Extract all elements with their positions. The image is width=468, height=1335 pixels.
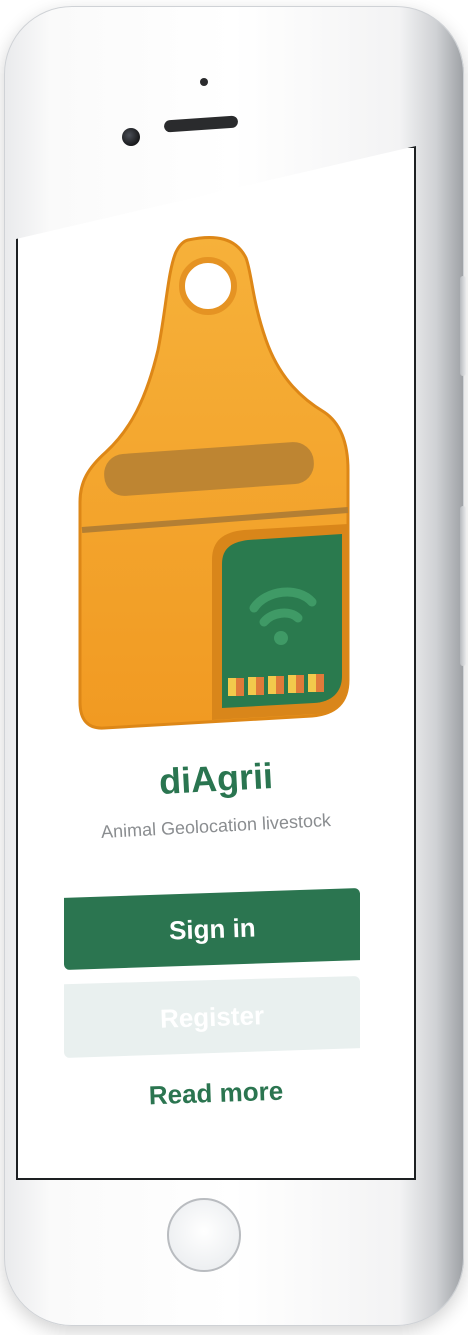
app-name: diAgrii (157, 755, 274, 802)
sign-in-label: Sign in (168, 911, 256, 946)
ear-tag-icon (78, 236, 350, 730)
sign-in-button[interactable]: Sign in (64, 888, 360, 970)
phone-device: diAgrii Animal Geolocation livestock Sig… (4, 6, 466, 1326)
read-more-link[interactable]: Read more (18, 1071, 414, 1116)
register-button[interactable]: Register (64, 976, 360, 1058)
proximity-sensor (200, 78, 208, 86)
home-button[interactable] (167, 1198, 241, 1272)
front-camera (122, 128, 140, 146)
register-label: Register (159, 999, 265, 1034)
power-button (460, 276, 466, 376)
volume-button (460, 506, 466, 666)
app-tagline: Animal Geolocation livestock (100, 809, 332, 843)
app-screen: diAgrii Animal Geolocation livestock Sig… (16, 146, 416, 1180)
